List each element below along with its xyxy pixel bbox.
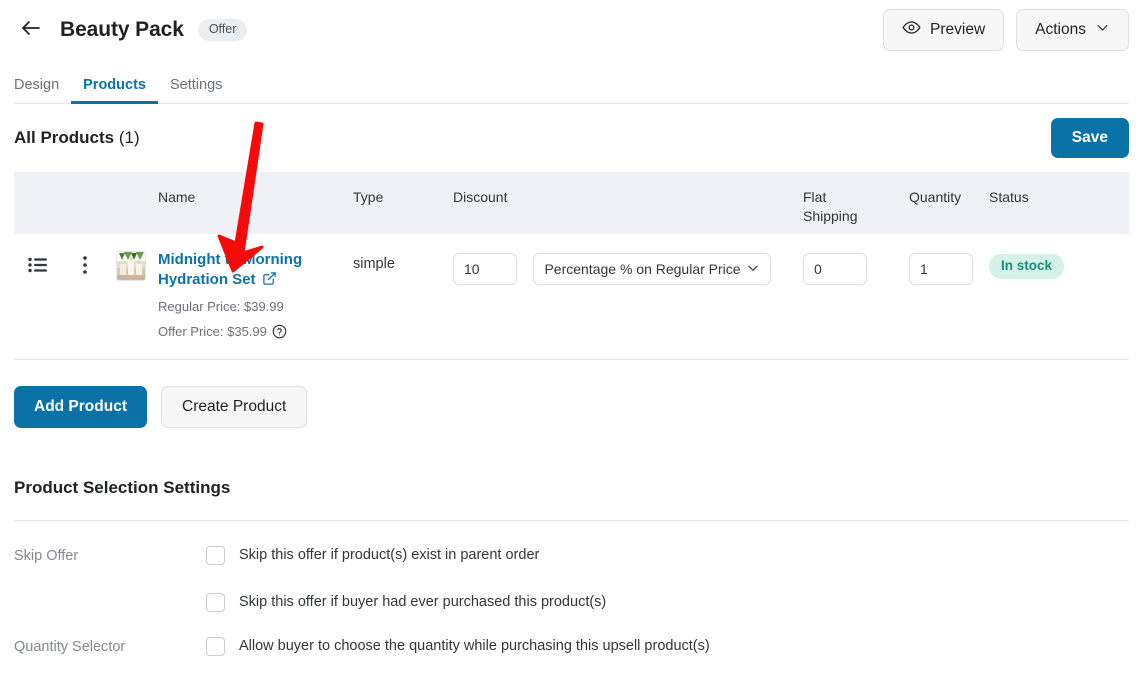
kebab-menu-icon[interactable] xyxy=(72,250,116,280)
row-flat-shipping-cell xyxy=(803,250,909,285)
row-quantity-cell xyxy=(909,250,989,285)
row-drag-cell xyxy=(14,250,72,280)
tab-design[interactable]: Design xyxy=(14,77,71,104)
header-flat-shipping-line1: Flat xyxy=(803,189,827,205)
table-row: Midnight to Morning Hydration Set Regula… xyxy=(14,234,1129,360)
row-discount-cell: Percentage % on Regular Price xyxy=(453,250,803,285)
settings-section-title: Product Selection Settings xyxy=(14,477,231,497)
skip-offer-checkbox-group: Skip this offer if product(s) exist in p… xyxy=(206,545,1129,612)
skip-offer-purchased-checkbox[interactable] xyxy=(206,592,225,612)
add-product-button[interactable]: Add Product xyxy=(14,385,147,428)
regular-price: Regular Price: $39.99 xyxy=(158,298,284,314)
flat-shipping-input[interactable] xyxy=(803,253,867,285)
top-bar: Beauty Pack Offer Preview Actions xyxy=(0,0,1143,60)
header-type: Type xyxy=(353,189,384,205)
settings-divider xyxy=(14,519,1129,521)
products-count: (1) xyxy=(118,128,140,147)
header-discount: Discount xyxy=(453,189,508,205)
header-quantity: Quantity xyxy=(909,189,962,205)
table-header-row: Name Type Discount Flat Shipping Quantit… xyxy=(14,172,1129,234)
skip-offer-purchased-label[interactable]: Skip this offer if buyer had ever purcha… xyxy=(239,594,606,610)
preview-button[interactable]: Preview xyxy=(883,9,1005,51)
header-flat-shipping: Flat Shipping xyxy=(803,188,909,226)
header-status: Status xyxy=(989,189,1029,205)
chevron-down-icon xyxy=(1095,20,1110,40)
create-product-button[interactable]: Create Product xyxy=(161,385,308,428)
discount-input[interactable] xyxy=(453,253,517,285)
header-flat-shipping-line2: Shipping xyxy=(803,207,858,224)
checkbox-line: Skip this offer if product(s) exist in p… xyxy=(206,545,1129,565)
row-menu-cell xyxy=(72,250,116,280)
quantity-selector-label: Quantity Selector xyxy=(14,638,126,655)
tab-products[interactable]: Products xyxy=(71,77,158,104)
product-thumbnail[interactable] xyxy=(116,251,146,281)
save-button[interactable]: Save xyxy=(1050,118,1129,158)
discount-type-select-wrap: Percentage % on Regular Price xyxy=(533,253,772,285)
chevron-down-icon xyxy=(746,261,760,278)
product-action-buttons: Add Product Create Product xyxy=(0,360,1143,428)
all-products-title: All Products (1) xyxy=(14,128,140,148)
products-list-header: All Products (1) Save xyxy=(0,104,1143,172)
allow-quantity-checkbox[interactable] xyxy=(206,636,225,656)
external-link-icon[interactable] xyxy=(262,271,277,291)
row-name-cell: Midnight to Morning Hydration Set Regula… xyxy=(158,250,353,345)
top-bar-actions: Preview Actions xyxy=(883,9,1129,51)
allow-quantity-label[interactable]: Allow buyer to choose the quantity while… xyxy=(239,638,710,654)
skip-offer-parent-order-label[interactable]: Skip this offer if product(s) exist in p… xyxy=(239,547,539,563)
setting-row-quantity-selector: Quantity Selector Allow buyer to choose … xyxy=(14,636,1129,656)
help-circle-icon[interactable] xyxy=(272,324,287,345)
offer-price: Offer Price: $35.99 xyxy=(158,324,267,340)
product-name-link[interactable]: Midnight to Morning Hydration Set xyxy=(158,251,302,288)
tab-settings[interactable]: Settings xyxy=(158,77,234,104)
products-table: Name Type Discount Flat Shipping Quantit… xyxy=(14,172,1129,360)
back-button[interactable] xyxy=(14,13,48,47)
skip-offer-label: Skip Offer xyxy=(14,547,79,564)
checkbox-line: Skip this offer if buyer had ever purcha… xyxy=(206,592,1129,612)
offer-price-line: Offer Price: $35.99 xyxy=(158,322,353,345)
skip-offer-parent-order-checkbox[interactable] xyxy=(206,545,225,565)
all-products-label: All Products xyxy=(14,128,115,147)
tab-bar: Design Products Settings xyxy=(0,60,1143,104)
checkbox-line: Allow buyer to choose the quantity while… xyxy=(206,636,1129,656)
eye-icon xyxy=(902,18,921,42)
product-type: simple xyxy=(353,256,395,272)
quantity-selector-checkbox-group: Allow buyer to choose the quantity while… xyxy=(206,636,1129,656)
page-title: Beauty Pack xyxy=(60,18,184,41)
actions-button[interactable]: Actions xyxy=(1016,9,1129,51)
row-status-cell: In stock xyxy=(989,250,1129,280)
discount-type-value: Percentage % on Regular Price xyxy=(544,261,741,277)
quantity-input[interactable] xyxy=(909,253,973,285)
product-selection-settings: Product Selection Settings Skip Offer Sk… xyxy=(0,478,1143,656)
setting-row-skip-offer: Skip Offer Skip this offer if product(s)… xyxy=(14,545,1129,612)
actions-label: Actions xyxy=(1035,21,1086,38)
header-name: Name xyxy=(158,189,196,205)
row-thumb-cell xyxy=(116,250,158,281)
drag-list-icon[interactable] xyxy=(14,250,72,280)
discount-type-select[interactable]: Percentage % on Regular Price xyxy=(533,253,772,285)
offer-badge: Offer xyxy=(197,19,248,41)
arrow-left-icon xyxy=(19,16,43,45)
status-badge: In stock xyxy=(989,254,1065,280)
preview-label: Preview xyxy=(930,21,986,38)
